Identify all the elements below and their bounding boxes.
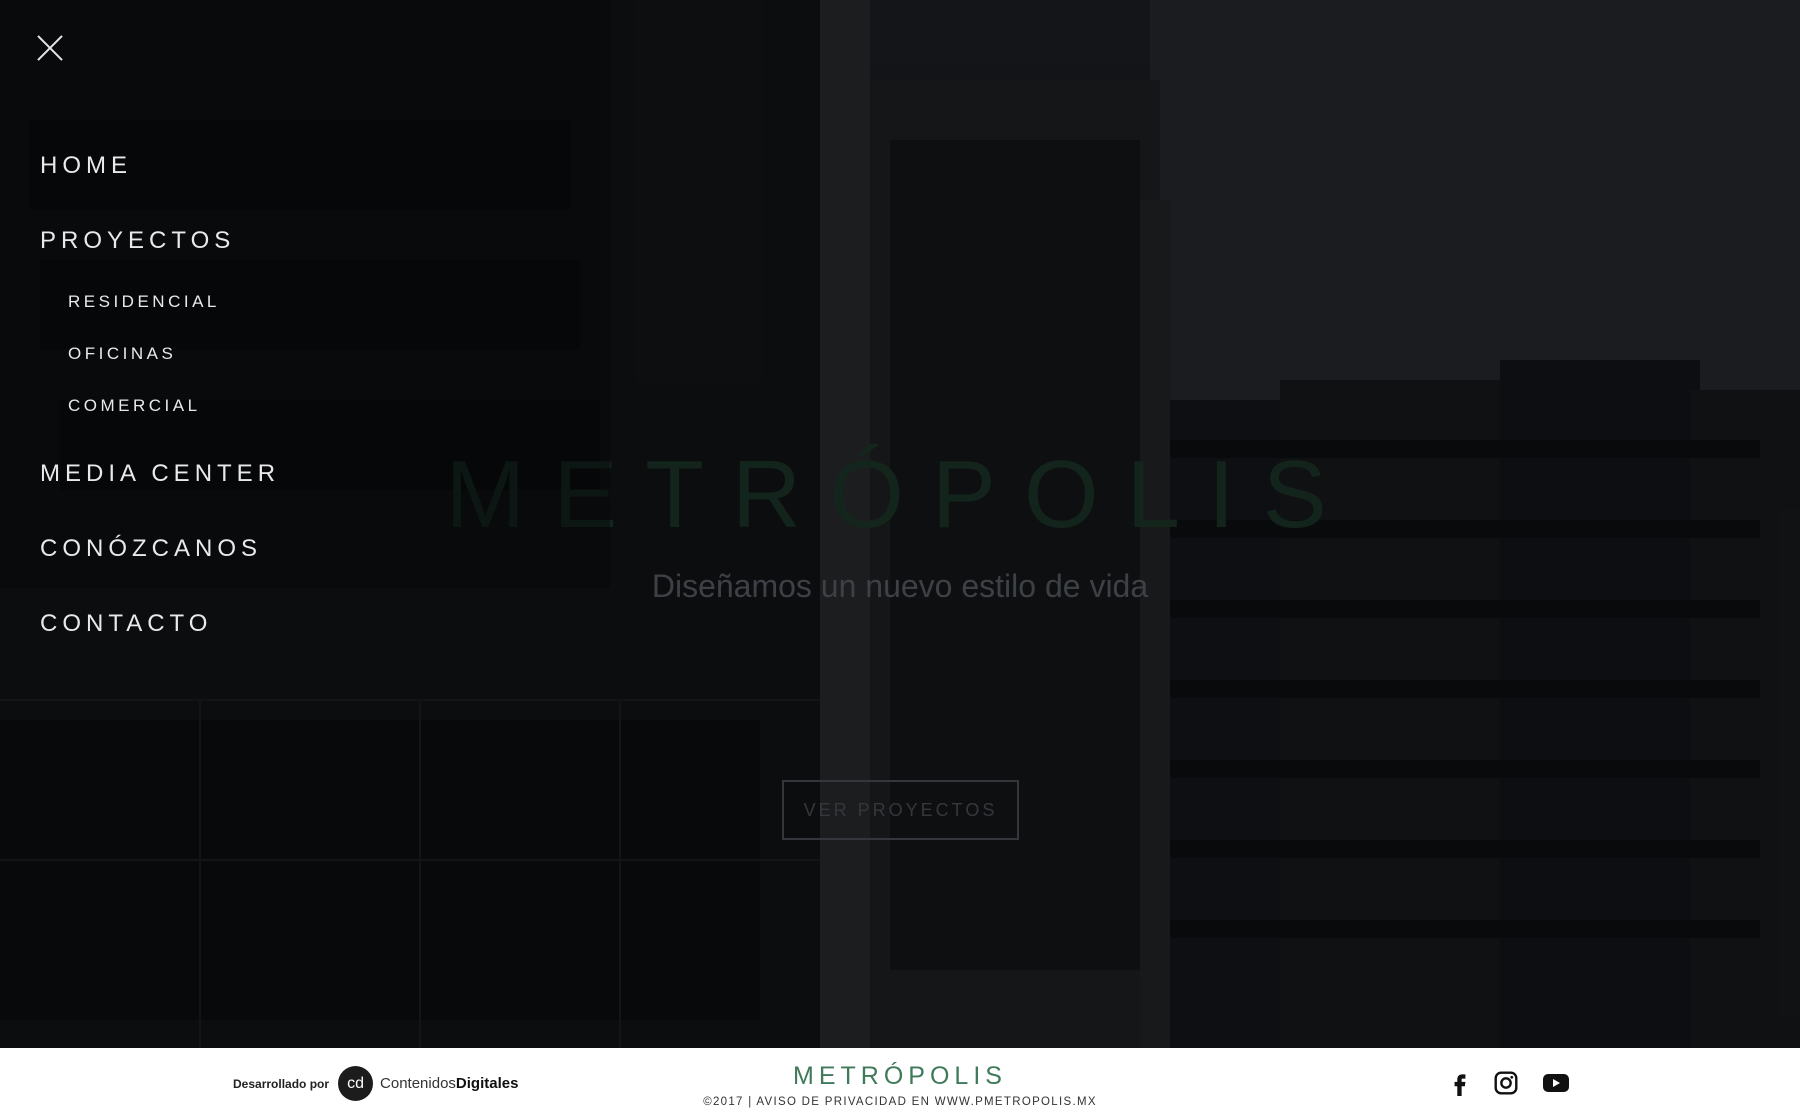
footer-copyright[interactable]: ©2017 | AVISO DE PRIVACIDAD EN WWW.PMETR… xyxy=(0,1096,1800,1108)
close-icon[interactable] xyxy=(36,34,64,62)
youtube-icon[interactable] xyxy=(1542,1070,1570,1096)
menu-item-contacto[interactable]: CONTACTO xyxy=(40,610,212,638)
menu-item-home[interactable]: HOME xyxy=(40,152,132,180)
instagram-icon[interactable] xyxy=(1493,1070,1519,1096)
view-projects-button[interactable]: VER PROYECTOS xyxy=(782,780,1019,840)
submenu-item-residencial[interactable]: RESIDENCIAL xyxy=(68,292,220,312)
footer: Desarrollado por cd Contenidos Digitales… xyxy=(0,1048,1800,1118)
menu-item-conozcanos[interactable]: CONÓZCANOS xyxy=(40,535,262,563)
menu-item-media-center[interactable]: MEDIA CENTER xyxy=(40,460,280,488)
menu-item-proyectos[interactable]: PROYECTOS xyxy=(40,227,235,255)
submenu-item-comercial[interactable]: COMERCIAL xyxy=(68,396,201,416)
footer-brand-logo[interactable]: METRÓPOLIS xyxy=(0,1062,1800,1091)
facebook-icon[interactable] xyxy=(1447,1070,1473,1096)
submenu-item-oficinas[interactable]: OFICINAS xyxy=(68,344,176,364)
